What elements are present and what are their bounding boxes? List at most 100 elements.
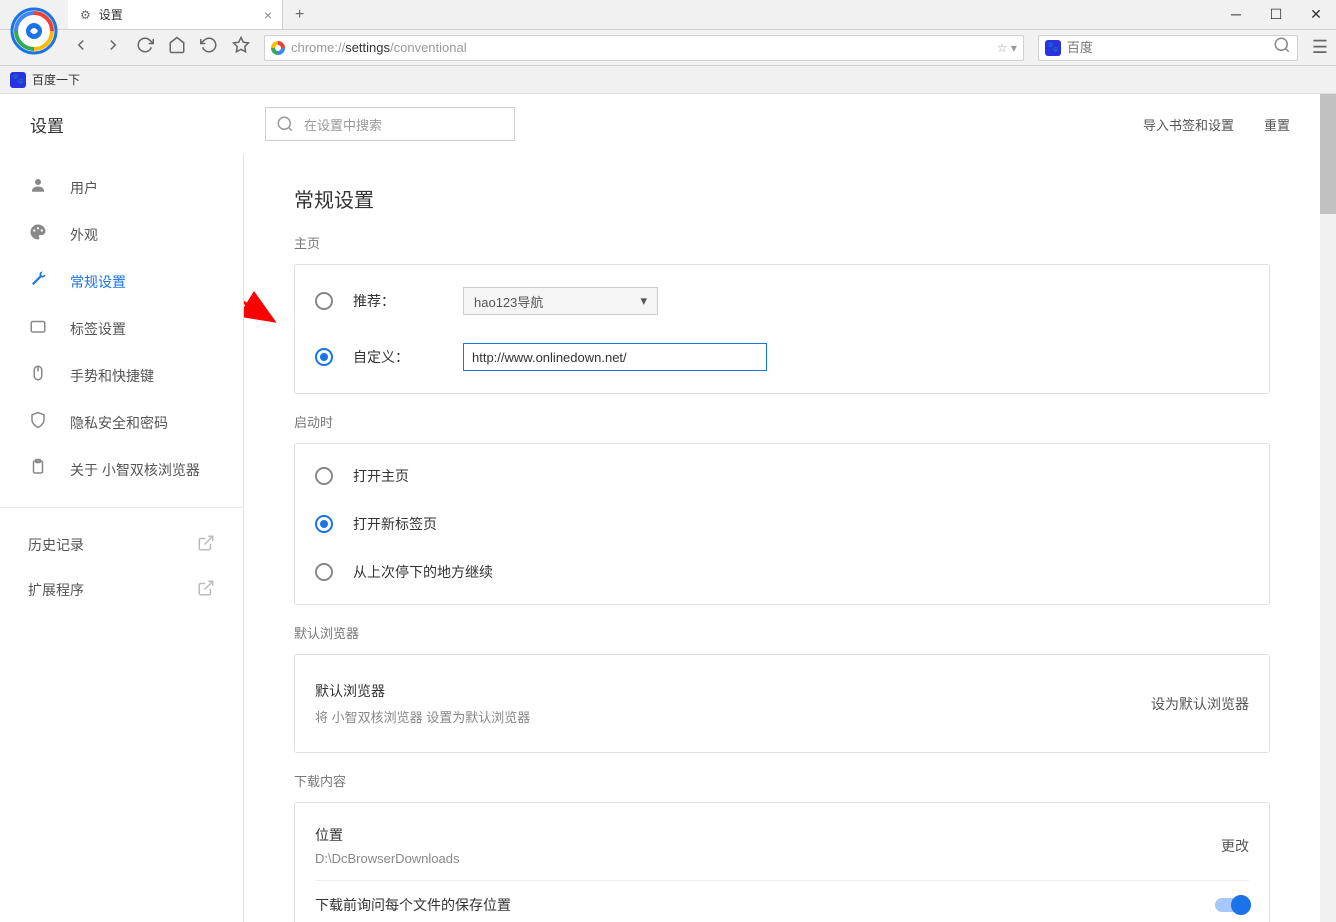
chevron-down-icon: ▾	[640, 293, 647, 309]
settings-sidebar: 用户 外观 常规设置 标签设置 手势和快捷键	[0, 154, 244, 922]
settings-content: 常规设置 主页 推荐： hao123导航 ▾	[244, 154, 1320, 922]
change-location-button[interactable]: 更改	[1221, 836, 1249, 856]
homepage-label: 主页	[294, 233, 1270, 252]
external-link-icon	[197, 579, 215, 600]
sidebar-item-label: 用户	[70, 178, 98, 198]
radio-continue[interactable]	[315, 563, 333, 581]
sidebar-item-label: 常规设置	[70, 272, 126, 292]
sidebar-item-about[interactable]: 关于 小智双核浏览器	[0, 446, 243, 493]
sidebar-item-gestures[interactable]: 手势和快捷键	[0, 352, 243, 399]
forward-button[interactable]	[104, 36, 122, 59]
set-default-button[interactable]: 设为默认浏览器	[1151, 694, 1249, 714]
radio-open-home[interactable]	[315, 467, 333, 485]
section-title: 常规设置	[294, 184, 1270, 213]
window-controls: ─ ☐ ✕	[1216, 6, 1336, 23]
default-browser-desc: 将 小智双核浏览器 设置为默认浏览器	[315, 707, 530, 726]
reset-link[interactable]: 重置	[1264, 115, 1290, 134]
mouse-icon	[28, 364, 48, 387]
default-browser-label: 默认浏览器	[294, 623, 1270, 642]
search-icon[interactable]	[1273, 36, 1291, 59]
startup-opt1: 打开主页	[353, 466, 409, 486]
reload-button[interactable]	[136, 36, 154, 59]
select-value: hao123导航	[474, 292, 543, 311]
search-engine-box[interactable]: 🐾	[1038, 35, 1298, 61]
startup-opt3: 从上次停下的地方继续	[353, 562, 493, 582]
palette-icon	[28, 223, 48, 246]
star-icon[interactable]: ☆ ▾	[997, 41, 1017, 55]
radio-custom[interactable]	[315, 348, 333, 366]
url-text: chrome://settings/conventional	[291, 40, 991, 55]
baidu-icon: 🐾	[1045, 40, 1061, 56]
minimize-button[interactable]: ─	[1216, 6, 1256, 23]
sidebar-link-label: 历史记录	[28, 535, 84, 555]
menu-button[interactable]: ☰	[1312, 37, 1328, 58]
baidu-icon: 🐾	[10, 72, 26, 88]
settings-header: 设置 在设置中搜索 导入书签和设置 重置	[0, 94, 1320, 154]
search-icon	[276, 115, 294, 133]
startup-label: 启动时	[294, 412, 1270, 431]
import-bookmarks-link[interactable]: 导入书签和设置	[1143, 115, 1234, 134]
startup-opt2: 打开新标签页	[353, 514, 437, 534]
sidebar-item-label: 关于 小智双核浏览器	[70, 460, 200, 480]
browser-tab[interactable]: ⚙ 设置 ×	[68, 0, 283, 29]
recommend-select[interactable]: hao123导航 ▾	[463, 287, 658, 315]
download-location-title: 位置	[315, 825, 460, 845]
app-logo	[8, 5, 60, 57]
sidebar-item-label: 标签设置	[70, 319, 126, 339]
search-engine-input[interactable]	[1067, 40, 1267, 55]
close-tab-icon[interactable]: ×	[264, 7, 272, 23]
sidebar-item-user[interactable]: 用户	[0, 164, 243, 211]
scrollbar-thumb[interactable]	[1320, 94, 1336, 214]
sidebar-item-label: 隐私安全和密码	[70, 413, 168, 433]
downloads-label: 下载内容	[294, 771, 1270, 790]
scrollbar[interactable]	[1320, 94, 1336, 922]
close-window-button[interactable]: ✕	[1296, 6, 1336, 23]
sidebar-item-tabs[interactable]: 标签设置	[0, 305, 243, 352]
wrench-icon	[28, 270, 48, 293]
recommend-label: 推荐：	[353, 291, 443, 311]
bookmark-item[interactable]: 百度一下	[32, 71, 80, 88]
sidebar-link-label: 扩展程序	[28, 580, 84, 600]
sidebar-item-label: 手势和快捷键	[70, 366, 154, 386]
sidebar-item-general[interactable]: 常规设置	[0, 258, 243, 305]
shield-icon	[28, 411, 48, 434]
annotation-arrow	[244, 190, 284, 330]
download-location-path: D:\DcBrowserDownloads	[315, 851, 460, 866]
sidebar-link-history[interactable]: 历史记录	[0, 522, 243, 567]
titlebar: ⚙ 设置 × + ─ ☐ ✕	[0, 0, 1336, 30]
startup-card: 打开主页 打开新标签页 从上次停下的地方继续	[294, 443, 1270, 605]
user-icon	[28, 176, 48, 199]
home-button[interactable]	[168, 36, 186, 59]
divider	[0, 507, 243, 508]
downloads-card: 位置 D:\DcBrowserDownloads 更改 下载前询问每个文件的保存…	[294, 802, 1270, 922]
gear-icon: ⚙	[80, 8, 91, 22]
sidebar-item-appearance[interactable]: 外观	[0, 211, 243, 258]
homepage-card: 推荐： hao123导航 ▾ 自定义：	[294, 264, 1270, 394]
settings-title: 设置	[30, 112, 265, 137]
settings-search-placeholder: 在设置中搜索	[304, 115, 382, 134]
undo-button[interactable]	[200, 36, 218, 59]
tab-icon	[28, 317, 48, 340]
external-link-icon	[197, 534, 215, 555]
radio-recommend[interactable]	[315, 292, 333, 310]
default-browser-title: 默认浏览器	[315, 681, 530, 701]
site-icon	[271, 41, 285, 55]
sidebar-link-extensions[interactable]: 扩展程序	[0, 567, 243, 612]
bookmark-star-button[interactable]	[232, 36, 250, 59]
sidebar-item-label: 外观	[70, 225, 98, 245]
maximize-button[interactable]: ☐	[1256, 6, 1296, 23]
bookmarks-bar: 🐾 百度一下	[0, 66, 1336, 94]
radio-open-newtab[interactable]	[315, 515, 333, 533]
custom-label: 自定义：	[353, 347, 443, 367]
ask-each-file-label: 下载前询问每个文件的保存位置	[315, 895, 511, 915]
toolbar: chrome://settings/conventional ☆ ▾ 🐾 ☰	[0, 30, 1336, 66]
sidebar-item-privacy[interactable]: 隐私安全和密码	[0, 399, 243, 446]
custom-homepage-input[interactable]	[463, 343, 767, 371]
ask-each-toggle[interactable]	[1215, 898, 1249, 912]
address-bar[interactable]: chrome://settings/conventional ☆ ▾	[264, 35, 1024, 61]
settings-search[interactable]: 在设置中搜索	[265, 107, 515, 141]
back-button[interactable]	[72, 36, 90, 59]
tab-title: 设置	[99, 6, 123, 23]
clipboard-icon	[28, 458, 48, 481]
new-tab-button[interactable]: +	[283, 6, 316, 24]
